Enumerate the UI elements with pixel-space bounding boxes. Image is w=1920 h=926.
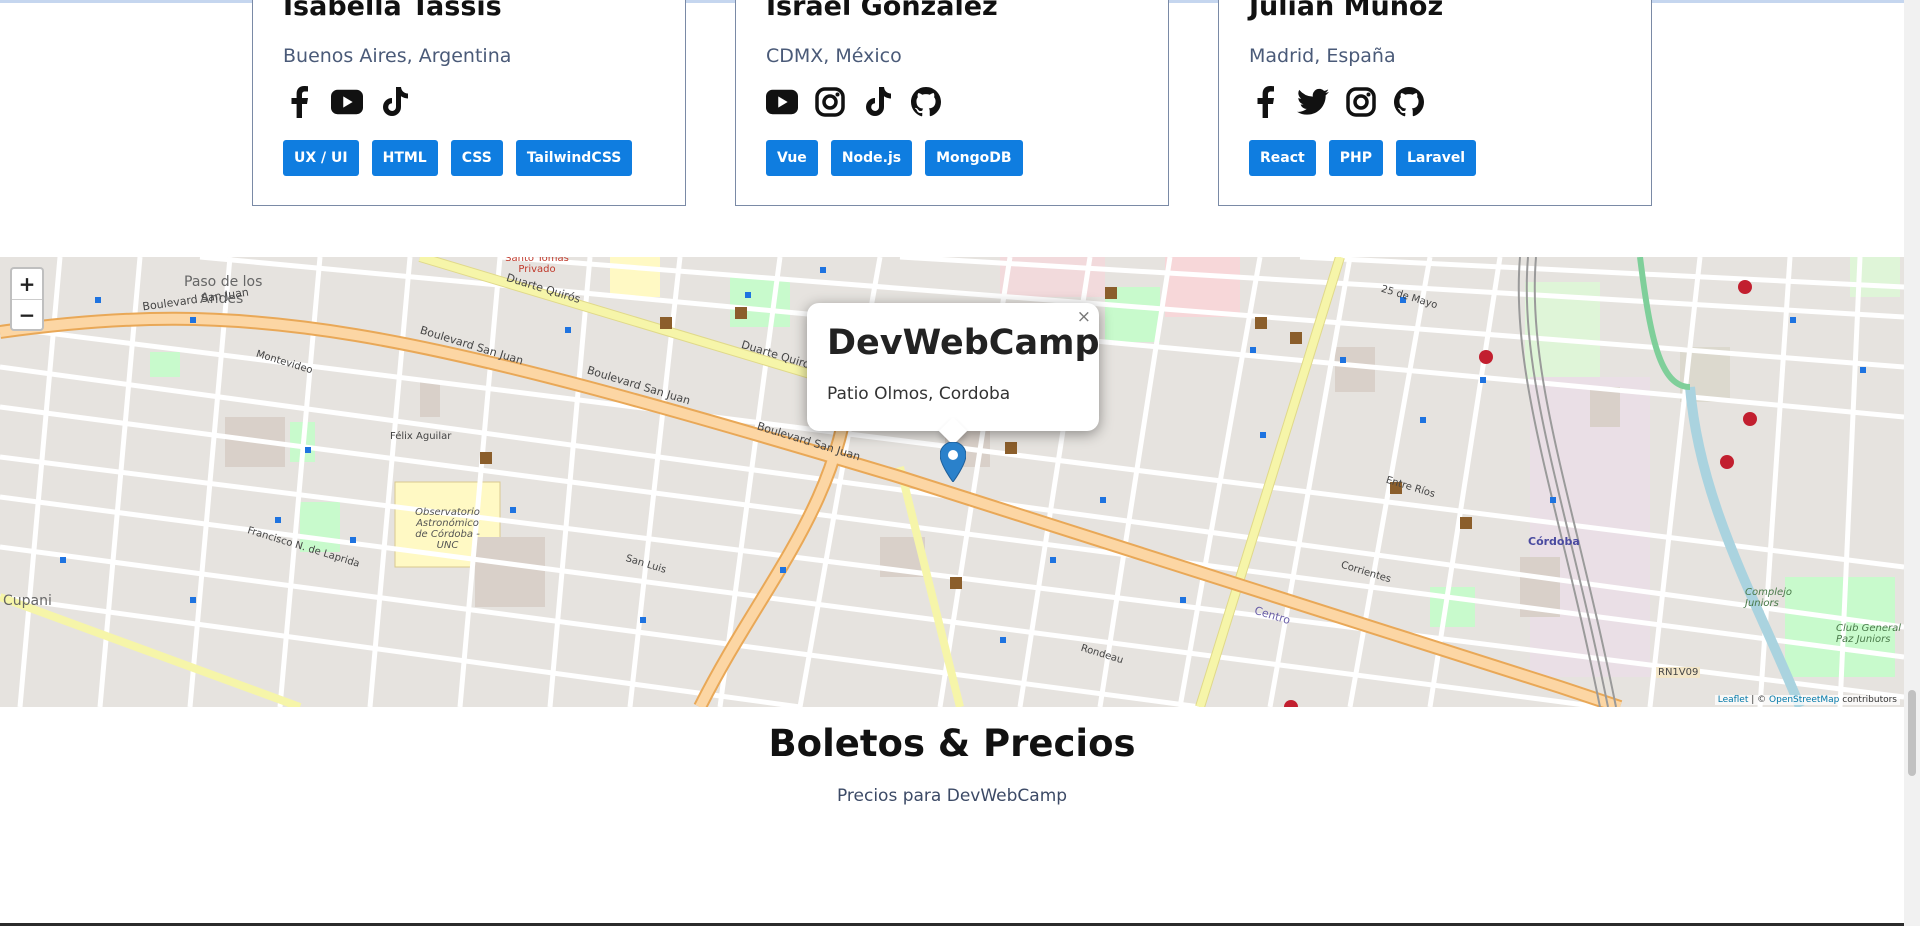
osm-link[interactable]: OpenStreetMap — [1769, 695, 1839, 705]
speaker-card: Julián Muñoz Madrid, España React PHP La… — [1218, 0, 1652, 206]
map-label: Paso de los — [184, 274, 263, 290]
speaker-location: CDMX, México — [766, 45, 902, 67]
speaker-socials — [766, 86, 942, 118]
tiktok-icon[interactable] — [379, 86, 411, 118]
tag: Vue — [766, 140, 818, 176]
tag: React — [1249, 140, 1316, 176]
map-label: RN1V09 — [1656, 667, 1701, 678]
map-label: Complejo Juniors — [1745, 587, 1793, 609]
popup-address: Patio Olmos, Cordoba — [827, 384, 1011, 404]
instagram-icon[interactable] — [1345, 86, 1377, 118]
speaker-tags: UX / UI HTML CSS TailwindCSS — [283, 140, 633, 176]
tag: PHP — [1328, 140, 1383, 176]
map-zoom-control: + − — [10, 267, 44, 331]
tag: Node.js — [830, 140, 913, 176]
leaflet-link[interactable]: Leaflet — [1718, 695, 1749, 705]
tag: Laravel — [1395, 140, 1477, 176]
speaker-tags: Vue Node.js MongoDB — [766, 140, 1023, 176]
map-label: Córdoba — [1528, 535, 1580, 548]
instagram-icon[interactable] — [814, 86, 846, 118]
map-label: Club General Paz Juniors — [1836, 623, 1902, 645]
map-label: Cupani — [3, 593, 52, 609]
speaker-socials — [283, 86, 411, 118]
attribution-separator: | © — [1748, 695, 1770, 705]
page-scrollbar[interactable] — [1904, 0, 1920, 926]
location-map[interactable]: Paso de los Andes Boulevard San Juan Bou… — [0, 257, 1904, 707]
tag: TailwindCSS — [515, 140, 633, 176]
speaker-location: Buenos Aires, Argentina — [283, 45, 512, 67]
tickets-title: Boletos & Precios — [768, 722, 1136, 765]
zoom-in-button[interactable]: + — [12, 269, 42, 299]
tag: HTML — [371, 140, 438, 176]
github-icon[interactable] — [910, 86, 942, 118]
speaker-card: Isabella Tassis Buenos Aires, Argentina … — [252, 0, 686, 206]
twitter-icon[interactable] — [1297, 86, 1329, 118]
tickets-subtitle: Precios para DevWebCamp — [836, 786, 1068, 806]
map-label: Félix Aguilar — [390, 431, 452, 442]
youtube-icon[interactable] — [331, 86, 363, 118]
map-popup: × DevWebCamp Patio Olmos, Cordoba — [807, 303, 1100, 446]
tag: CSS — [450, 140, 503, 176]
tiktok-icon[interactable] — [862, 86, 894, 118]
popup-title: DevWebCamp — [827, 323, 1100, 363]
map-label: Observatorio Astronómico de Córdoba - UN… — [415, 507, 480, 551]
speakers-section: Isabella Tassis Buenos Aires, Argentina … — [0, 0, 1904, 257]
speaker-name: Israel González — [766, 0, 998, 22]
map-label: Santo Tomás Privado — [505, 257, 569, 275]
location-marker-icon[interactable] — [939, 441, 967, 486]
speaker-name: Isabella Tassis — [283, 0, 502, 22]
speaker-tags: React PHP Laravel — [1249, 140, 1477, 176]
speaker-name: Julián Muñoz — [1249, 0, 1444, 22]
zoom-out-button[interactable]: − — [12, 299, 42, 329]
map-attribution: Leaflet | © OpenStreetMap contributors — [1714, 695, 1900, 705]
facebook-icon[interactable] — [283, 86, 315, 118]
speaker-socials — [1249, 86, 1425, 118]
github-icon[interactable] — [1393, 86, 1425, 118]
attribution-suffix: contributors — [1839, 695, 1897, 705]
youtube-icon[interactable] — [766, 86, 798, 118]
speaker-card: Israel González CDMX, México Vue Node.js… — [735, 0, 1169, 206]
facebook-icon[interactable] — [1249, 86, 1281, 118]
speaker-location: Madrid, España — [1249, 45, 1396, 67]
tag: MongoDB — [925, 140, 1023, 176]
scrollbar-thumb[interactable] — [1908, 690, 1916, 776]
tag: UX / UI — [283, 140, 359, 176]
